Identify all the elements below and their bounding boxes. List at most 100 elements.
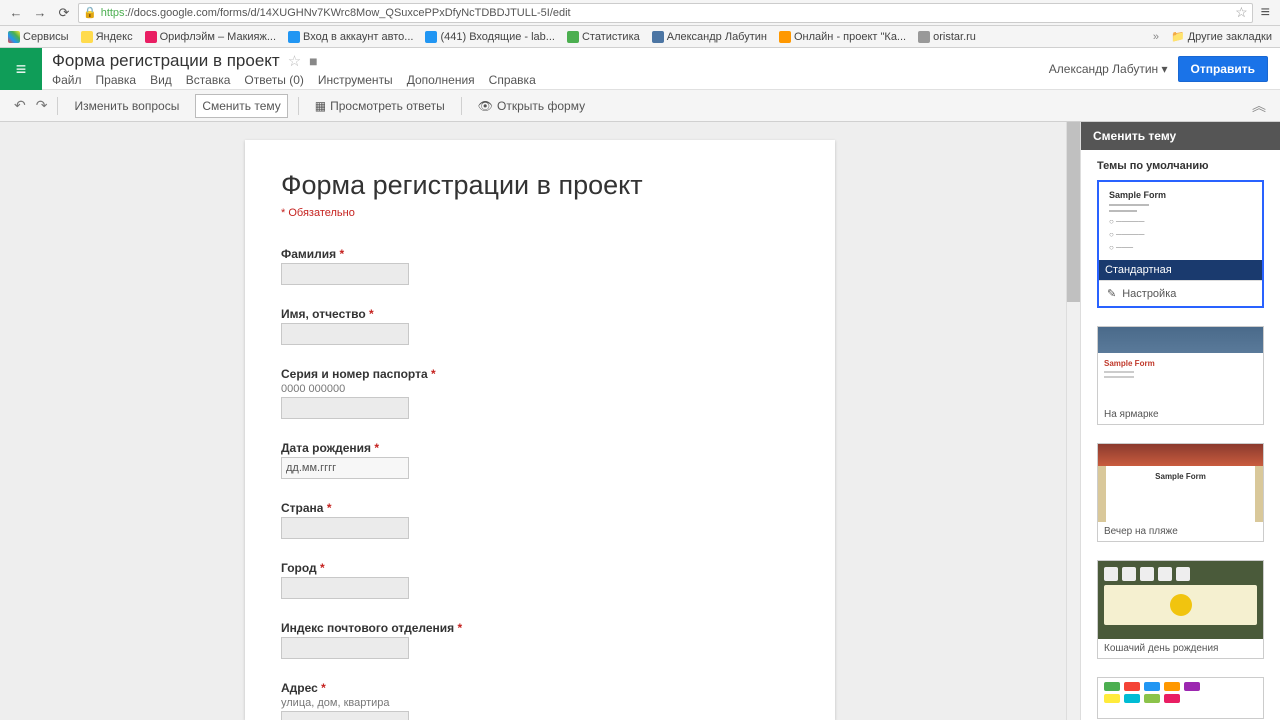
form-field: Фамилия * bbox=[281, 247, 799, 285]
field-label: Дата рождения * bbox=[281, 441, 799, 455]
field-label: Серия и номер паспорта * bbox=[281, 367, 799, 381]
theme-card-beach[interactable]: Sample Form Вечер на пляже bbox=[1097, 443, 1264, 542]
menu-view[interactable]: Вид bbox=[150, 73, 172, 87]
form-canvas: Форма регистрации в проект * Обязательно… bbox=[0, 122, 1080, 720]
form-field: Дата рождения * bbox=[281, 441, 799, 479]
scrollbar-thumb[interactable] bbox=[1067, 122, 1080, 302]
reload-button[interactable]: ⟳ bbox=[54, 3, 74, 23]
back-button[interactable]: ← bbox=[6, 3, 26, 23]
field-label: Имя, отчество * bbox=[281, 307, 799, 321]
form-title: Форма регистрации в проект bbox=[281, 170, 799, 201]
field-label: Адрес * bbox=[281, 681, 799, 695]
bookmarks-overflow-icon[interactable]: » bbox=[1153, 31, 1159, 43]
bookmark-item[interactable]: Орифлэйм – Макияж... bbox=[145, 31, 276, 43]
favicon-icon bbox=[425, 31, 437, 43]
send-button[interactable]: Отправить bbox=[1178, 56, 1268, 82]
favicon-icon bbox=[81, 31, 93, 43]
form-field: Адрес * улица, дом, квартира bbox=[281, 681, 799, 720]
menu-file[interactable]: Файл bbox=[52, 73, 82, 87]
menu-bar: Файл Правка Вид Вставка Ответы (0) Инстр… bbox=[52, 73, 1049, 87]
view-responses-button[interactable]: ▦Просмотреть ответы bbox=[309, 95, 451, 117]
bookmark-item[interactable]: Вход в аккаунт авто... bbox=[288, 31, 413, 43]
field-input-birthdate[interactable] bbox=[281, 457, 409, 479]
other-bookmarks[interactable]: 📁Другие закладки bbox=[1171, 30, 1272, 43]
apps-icon bbox=[8, 31, 20, 43]
field-label: Страна * bbox=[281, 501, 799, 515]
bookmark-item[interactable]: Статистика bbox=[567, 31, 640, 43]
menu-insert[interactable]: Вставка bbox=[186, 73, 231, 87]
bookmarks-bar: Сервисы Яндекс Орифлэйм – Макияж... Вход… bbox=[0, 26, 1280, 48]
browser-menu-icon[interactable]: ≡ bbox=[1257, 4, 1274, 22]
open-form-button[interactable]: 👁Открыть форму bbox=[472, 95, 591, 117]
account-name[interactable]: Александр Лабутин ▾ bbox=[1049, 62, 1168, 76]
customize-button[interactable]: ✎ Настройка bbox=[1099, 280, 1262, 306]
theme-card-fair[interactable]: Sample Form На ярмарке bbox=[1097, 326, 1264, 425]
main-area: Форма регистрации в проект * Обязательно… bbox=[0, 122, 1280, 720]
document-title[interactable]: Форма регистрации в проект bbox=[52, 51, 280, 71]
field-input-postal[interactable] bbox=[281, 637, 409, 659]
undo-icon[interactable]: ↶ bbox=[14, 97, 26, 114]
star-icon[interactable]: ☆ bbox=[288, 52, 301, 70]
field-input-address[interactable] bbox=[281, 711, 409, 720]
favicon-icon bbox=[652, 31, 664, 43]
folder-icon: 📁 bbox=[1171, 30, 1185, 43]
tab-edit-questions[interactable]: Изменить вопросы bbox=[68, 95, 185, 117]
theme-name: Вечер на пляже bbox=[1098, 522, 1263, 541]
menu-help[interactable]: Справка bbox=[489, 73, 536, 87]
menu-addons[interactable]: Дополнения bbox=[407, 73, 475, 87]
bookmark-item[interactable]: (441) Входящие - lab... bbox=[425, 31, 555, 43]
bookmark-item[interactable]: Яндекс bbox=[81, 31, 133, 43]
bookmark-item[interactable]: Александр Лабутин bbox=[652, 31, 767, 43]
bookmark-star-icon[interactable]: ☆ bbox=[1235, 4, 1248, 21]
favicon-icon bbox=[288, 31, 300, 43]
tab-change-theme[interactable]: Сменить тему bbox=[195, 94, 287, 118]
field-label: Фамилия * bbox=[281, 247, 799, 261]
theme-card-cat[interactable]: Кошачий день рождения bbox=[1097, 560, 1264, 659]
sidebar-section-title: Темы по умолчанию bbox=[1097, 160, 1264, 172]
menu-responses[interactable]: Ответы (0) bbox=[244, 73, 303, 87]
menu-edit[interactable]: Правка bbox=[96, 73, 137, 87]
scrollbar[interactable] bbox=[1066, 122, 1080, 720]
move-folder-icon[interactable]: ■ bbox=[309, 53, 317, 69]
field-input-surname[interactable] bbox=[281, 263, 409, 285]
form-field: Город * bbox=[281, 561, 799, 599]
field-input-city[interactable] bbox=[281, 577, 409, 599]
theme-name: Кошачий день рождения bbox=[1098, 639, 1263, 658]
toolbar: ↶ ↷ Изменить вопросы Сменить тему ▦Просм… bbox=[0, 90, 1280, 122]
collapse-toolbar-icon[interactable]: ︽ bbox=[1252, 96, 1266, 116]
forms-logo-icon[interactable]: ≡ bbox=[0, 48, 42, 90]
forward-button[interactable]: → bbox=[30, 3, 50, 23]
field-help: улица, дом, квартира bbox=[281, 697, 799, 709]
form-field: Индекс почтового отделения * bbox=[281, 621, 799, 659]
sidebar-title: Сменить тему bbox=[1081, 122, 1280, 150]
pencil-icon: ✎ bbox=[1107, 287, 1116, 300]
form-field: Имя, отчество * bbox=[281, 307, 799, 345]
form-paper: Форма регистрации в проект * Обязательно… bbox=[245, 140, 835, 720]
lock-icon: 🔒 bbox=[83, 6, 97, 19]
url-text: https://docs.google.com/forms/d/14XUGHNv… bbox=[101, 7, 571, 19]
theme-name: На ярмарке bbox=[1098, 405, 1263, 424]
favicon-icon bbox=[567, 31, 579, 43]
spreadsheet-icon: ▦ bbox=[315, 99, 326, 113]
bookmark-item[interactable]: Онлайн - проект "Ка... bbox=[779, 31, 906, 43]
redo-icon[interactable]: ↷ bbox=[36, 97, 48, 114]
bookmark-item[interactable]: oristar.ru bbox=[918, 31, 976, 43]
form-field: Страна * bbox=[281, 501, 799, 539]
favicon-icon bbox=[918, 31, 930, 43]
theme-card-cars[interactable] bbox=[1097, 677, 1264, 719]
theme-card-default[interactable]: Sample Form ○ ─────○ ─────○ ─── Стандарт… bbox=[1097, 180, 1264, 308]
apps-shortcut[interactable]: Сервисы bbox=[8, 31, 69, 43]
menu-tools[interactable]: Инструменты bbox=[318, 73, 393, 87]
favicon-icon bbox=[145, 31, 157, 43]
field-input-country[interactable] bbox=[281, 517, 409, 539]
favicon-icon bbox=[779, 31, 791, 43]
field-input-passport[interactable] bbox=[281, 397, 409, 419]
field-input-name[interactable] bbox=[281, 323, 409, 345]
browser-toolbar: ← → ⟳ 🔒 https://docs.google.com/forms/d/… bbox=[0, 0, 1280, 26]
eye-icon: 👁 bbox=[478, 99, 493, 113]
address-bar[interactable]: 🔒 https://docs.google.com/forms/d/14XUGH… bbox=[78, 3, 1253, 23]
field-help: 0000 000000 bbox=[281, 383, 799, 395]
required-legend: * Обязательно bbox=[281, 207, 799, 219]
theme-sidebar: Сменить тему Темы по умолчанию Sample Fo… bbox=[1080, 122, 1280, 720]
field-label: Город * bbox=[281, 561, 799, 575]
